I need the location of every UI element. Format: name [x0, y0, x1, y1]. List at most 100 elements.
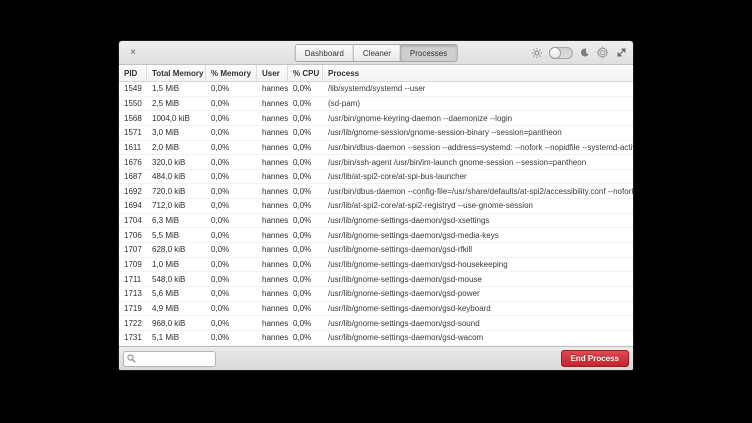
cell-user: hannes — [257, 99, 288, 108]
cell-pid: 1549 — [119, 84, 147, 93]
cell-user: hannes — [257, 275, 288, 284]
table-row[interactable]: 1711548,0 kiB0,0%hannes0,0%/usr/lib/gnom… — [119, 272, 633, 287]
column-header-pid[interactable]: PID — [119, 65, 147, 81]
dark-mode-toggle[interactable] — [549, 47, 573, 59]
tab-processes[interactable]: Processes — [401, 45, 456, 61]
moon-icon — [580, 48, 589, 57]
column-header-total-memory[interactable]: Total Memory — [147, 65, 206, 81]
cell-mempct: 0,0% — [206, 187, 257, 196]
column-header-process[interactable]: Process — [323, 65, 633, 81]
tab-cleaner[interactable]: Cleaner — [354, 45, 401, 61]
table-row[interactable]: 15713,0 MiB0,0%hannes0,0%/usr/lib/gnome-… — [119, 126, 633, 141]
cell-cpu: 0,0% — [288, 158, 323, 167]
titlebar[interactable]: × Dashboard Cleaner Processes — [119, 41, 633, 65]
table-row[interactable]: 1722968,0 kiB0,0%hannes0,0%/usr/lib/gnom… — [119, 316, 633, 331]
cell-user: hannes — [257, 260, 288, 269]
cell-pid: 1676 — [119, 158, 147, 167]
view-switcher: Dashboard Cleaner Processes — [295, 44, 458, 62]
gear-icon[interactable] — [596, 46, 609, 59]
cell-cpu: 0,0% — [288, 260, 323, 269]
cell-cpu: 0,0% — [288, 333, 323, 342]
cell-proc: /usr/lib/gnome-settings-daemon/gsd-sound — [323, 319, 633, 328]
cell-user: hannes — [257, 201, 288, 210]
table-row[interactable]: 1692720,0 kiB0,0%hannes0,0%/usr/bin/dbus… — [119, 184, 633, 199]
cell-cpu: 0,0% — [288, 128, 323, 137]
cell-mempct: 0,0% — [206, 333, 257, 342]
table-row[interactable]: 16112,0 MiB0,0%hannes0,0%/usr/bin/dbus-d… — [119, 141, 633, 156]
cell-user: hannes — [257, 333, 288, 342]
cell-user: hannes — [257, 187, 288, 196]
cell-mem: 6,3 MiB — [147, 216, 206, 225]
cell-mempct: 0,0% — [206, 158, 257, 167]
table-row[interactable]: 17091,0 MiB0,0%hannes0,0%/usr/lib/gnome-… — [119, 258, 633, 273]
table-row[interactable]: 1687484,0 kiB0,0%hannes0,0%/usr/lib/at-s… — [119, 170, 633, 185]
cell-mem: 2,0 MiB — [147, 143, 206, 152]
cell-mempct: 0,0% — [206, 245, 257, 254]
table-row[interactable]: 17315,1 MiB0,0%hannes0,0%/usr/lib/gnome-… — [119, 331, 633, 346]
sun-icon — [532, 48, 542, 58]
cell-proc: /usr/bin/ssh-agent /usr/bin/im-launch gn… — [323, 158, 633, 167]
column-header-user[interactable]: User — [257, 65, 288, 81]
cell-mempct: 0,0% — [206, 260, 257, 269]
cell-mem: 720,0 kiB — [147, 187, 206, 196]
cell-cpu: 0,0% — [288, 304, 323, 313]
cell-pid: 1713 — [119, 289, 147, 298]
cell-proc: /usr/bin/dbus-daemon --config-file=/usr/… — [323, 187, 633, 196]
table-row[interactable]: 17065,5 MiB0,0%hannes0,0%/usr/lib/gnome-… — [119, 228, 633, 243]
cell-user: hannes — [257, 143, 288, 152]
close-button[interactable]: × — [122, 42, 144, 64]
table-row[interactable]: 17046,3 MiB0,0%hannes0,0%/usr/lib/gnome-… — [119, 214, 633, 229]
cell-user: hannes — [257, 172, 288, 181]
cell-cpu: 0,0% — [288, 289, 323, 298]
cell-mem: 3,0 MiB — [147, 128, 206, 137]
table-row[interactable]: 17194,9 MiB0,0%hannes0,0%/usr/lib/gnome-… — [119, 302, 633, 317]
end-process-button[interactable]: End Process — [561, 350, 629, 367]
cell-cpu: 0,0% — [288, 201, 323, 210]
cell-cpu: 0,0% — [288, 319, 323, 328]
cell-user: hannes — [257, 114, 288, 123]
tab-dashboard[interactable]: Dashboard — [296, 45, 354, 61]
cell-mempct: 0,0% — [206, 84, 257, 93]
cell-mem: 320,0 kiB — [147, 158, 206, 167]
cell-proc: /usr/lib/gnome-session/gnome-session-bin… — [323, 128, 633, 137]
table-row[interactable]: 15681004,0 kiB0,0%hannes0,0%/usr/bin/gno… — [119, 111, 633, 126]
table-row[interactable]: 1694712,0 kiB0,0%hannes0,0%/usr/lib/at-s… — [119, 199, 633, 214]
cell-cpu: 0,0% — [288, 114, 323, 123]
cell-user: hannes — [257, 289, 288, 298]
cell-user: hannes — [257, 128, 288, 137]
cell-proc: /usr/lib/at-spi2-core/at-spi2-registryd … — [323, 201, 633, 210]
cell-pid: 1719 — [119, 304, 147, 313]
cell-mempct: 0,0% — [206, 201, 257, 210]
cell-cpu: 0,0% — [288, 99, 323, 108]
cell-proc: /usr/bin/gnome-keyring-daemon --daemoniz… — [323, 114, 633, 123]
cell-pid: 1568 — [119, 114, 147, 123]
cell-mempct: 0,0% — [206, 143, 257, 152]
cell-cpu: 0,0% — [288, 231, 323, 240]
search-input[interactable] — [139, 354, 212, 363]
cell-mem: 1,0 MiB — [147, 260, 206, 269]
column-header-cpu-pct[interactable]: % CPU — [288, 65, 323, 81]
table-row[interactable]: 15491,5 MiB0,0%hannes0,0%/lib/systemd/sy… — [119, 82, 633, 97]
monitor-window: × Dashboard Cleaner Processes — [118, 40, 634, 371]
table-row[interactable]: 1707628,0 kiB0,0%hannes0,0%/usr/lib/gnom… — [119, 243, 633, 258]
cell-user: hannes — [257, 304, 288, 313]
cell-user: hannes — [257, 84, 288, 93]
action-bar: End Process — [119, 346, 633, 370]
search-icon — [127, 354, 136, 363]
cell-proc: /usr/lib/gnome-settings-daemon/gsd-power — [323, 289, 633, 298]
cell-pid: 1706 — [119, 231, 147, 240]
cell-mempct: 0,0% — [206, 114, 257, 123]
cell-mem: 548,0 kiB — [147, 275, 206, 284]
search-box[interactable] — [123, 351, 216, 367]
cell-pid: 1711 — [119, 275, 147, 284]
cell-mempct: 0,0% — [206, 289, 257, 298]
column-header-memory-pct[interactable]: % Memory — [206, 65, 257, 81]
table-row[interactable]: 17135,6 MiB0,0%hannes0,0%/usr/lib/gnome-… — [119, 287, 633, 302]
cell-pid: 1731 — [119, 333, 147, 342]
cell-cpu: 0,0% — [288, 84, 323, 93]
table-row[interactable]: 1676320,0 kiB0,0%hannes0,0%/usr/bin/ssh-… — [119, 155, 633, 170]
cell-proc: /usr/lib/gnome-settings-daemon/gsd-house… — [323, 260, 633, 269]
cell-proc: /usr/lib/gnome-settings-daemon/gsd-wacom — [323, 333, 633, 342]
expand-icon[interactable] — [616, 47, 627, 58]
table-row[interactable]: 15502,5 MiB0,0%hannes0,0%(sd-pam) — [119, 97, 633, 112]
